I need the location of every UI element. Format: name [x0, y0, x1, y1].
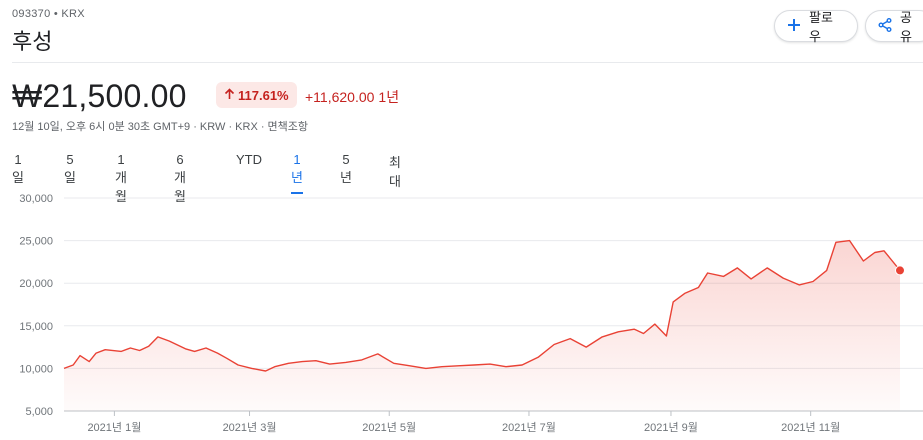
follow-label: 팔로우	[809, 10, 833, 44]
y-tick-label: 30,000	[19, 193, 53, 205]
change-value: +11,620.00	[305, 89, 375, 105]
follow-button[interactable]: 팔로우	[774, 10, 858, 44]
x-tick-label: 2021년 1월	[87, 421, 141, 434]
arrow-up-icon	[224, 87, 235, 103]
share-button[interactable]: 공유	[865, 10, 923, 44]
quote-meta: 12월 10일, 오후 6시 0분 30초 GMT+9 · KRW · KRX …	[12, 121, 309, 133]
plus-icon	[787, 18, 801, 35]
y-tick-label: 15,000	[19, 321, 53, 333]
x-tick-label: 2021년 3월	[223, 421, 277, 434]
last-price-dot	[895, 265, 905, 276]
change-percent: 117.61%	[238, 87, 289, 103]
change-period: 1년	[378, 89, 400, 105]
x-tick-label: 2021년 7월	[502, 421, 556, 434]
current-price: ₩21,500.00	[12, 78, 187, 114]
header-divider	[12, 62, 923, 63]
y-tick-label: 25,000	[19, 236, 53, 248]
y-tick-label: 10,000	[19, 363, 53, 375]
change-summary: +11,620.00 1년	[305, 87, 399, 107]
ticker-symbol: 093370 • KRX	[12, 8, 85, 20]
company-name: 후성	[12, 29, 53, 54]
x-tick-label: 2021년 11월	[781, 421, 840, 434]
share-icon	[878, 17, 892, 35]
x-tick-label: 2021년 9월	[644, 421, 698, 434]
y-tick-label: 5,000	[25, 406, 53, 418]
y-tick-label: 20,000	[19, 278, 53, 290]
x-tick-label: 2021년 5월	[362, 421, 416, 434]
price-chart: 5,000 10,000 15,000 20,000 25,000 30,000 2021년…	[19, 193, 923, 434]
change-percent-badge: 117.61%	[216, 82, 297, 108]
share-label: 공유	[900, 10, 912, 44]
tab-range[interactable]: YTD	[236, 150, 262, 175]
